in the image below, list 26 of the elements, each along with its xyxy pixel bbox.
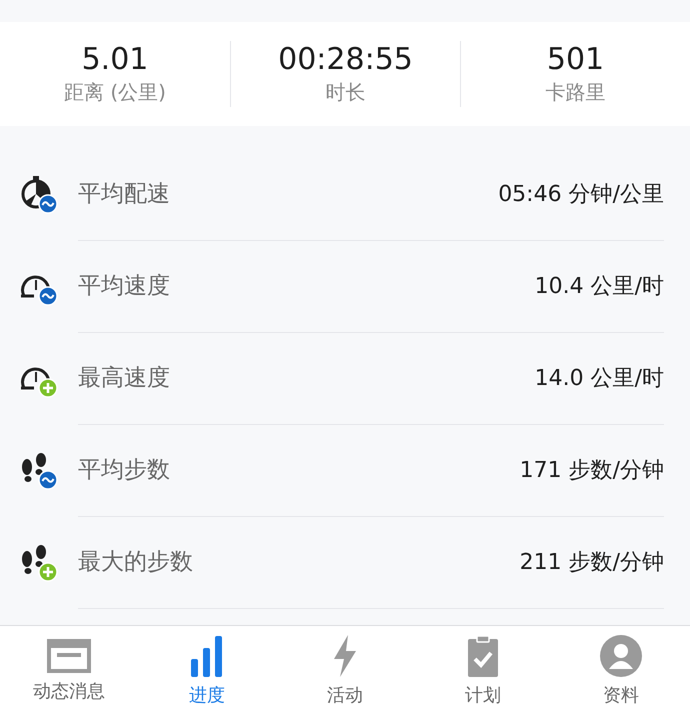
metric-label: 平均速度 (78, 272, 170, 301)
metric-value: 14.0 公里/时 (534, 364, 664, 392)
stat-value: 5.01 (82, 42, 148, 77)
avatar-icon (600, 635, 642, 677)
browser-window-icon (47, 639, 91, 673)
metric-value: 10.4 公里/时 (534, 272, 664, 300)
stat-value: 501 (546, 42, 604, 77)
metric-value: 05:46 分钟/公里 (498, 180, 664, 208)
lightning-icon (332, 635, 358, 677)
stat-label: 距离 (公里) (64, 79, 166, 106)
tab[interactable]: 资料 (552, 626, 690, 716)
metric-value: 171 步数/分钟 (520, 456, 664, 484)
tab[interactable]: 活动 (276, 626, 414, 716)
metric-label: 最大的步数 (78, 548, 193, 577)
bar-chart-icon (190, 635, 224, 677)
tab[interactable]: 计划 (414, 626, 552, 716)
stat-label: 卡路里 (546, 79, 606, 106)
stat-label: 时长 (326, 79, 366, 106)
stat-value: 00:28:55 (278, 42, 413, 77)
tab[interactable]: 进度 (138, 626, 276, 716)
metric-label: 平均步数 (78, 456, 170, 485)
metric-label: 平均配速 (78, 180, 170, 209)
metric-label: 最高速度 (78, 364, 170, 393)
metric-value: 211 步数/分钟 (520, 548, 664, 576)
clipboard-check-icon (467, 635, 499, 677)
tab[interactable]: 动态消息 (0, 626, 138, 716)
